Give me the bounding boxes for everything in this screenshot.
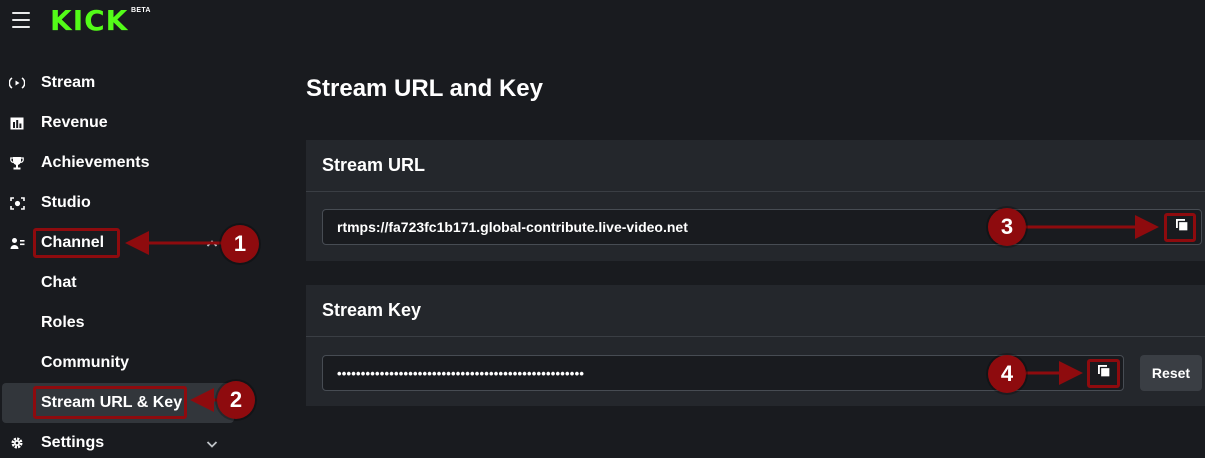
sidebar-item-stream[interactable]: Stream bbox=[0, 63, 240, 103]
sidebar-item-label: Roles bbox=[41, 314, 85, 331]
beta-badge: BETA bbox=[131, 7, 151, 14]
callout-2: 2 bbox=[217, 381, 255, 419]
sidebar-item-label: Achievements bbox=[41, 154, 150, 171]
copy-icon bbox=[1175, 218, 1189, 237]
sidebar-item-label: Community bbox=[41, 354, 129, 371]
sidebar-item-revenue[interactable]: Revenue bbox=[0, 103, 240, 143]
sidebar-item-settings[interactable]: Settings bbox=[0, 423, 240, 458]
studio-icon bbox=[9, 195, 25, 211]
stream-key-heading: Stream Key bbox=[306, 285, 1205, 337]
sidebar-item-achievements[interactable]: Achievements bbox=[0, 143, 240, 183]
callout-1: 1 bbox=[221, 225, 259, 263]
kick-logo[interactable]: KICK bbox=[50, 6, 128, 36]
chevron-up-icon[interactable] bbox=[206, 237, 218, 249]
sidebar-item-stream-url-key[interactable]: Stream URL & Key bbox=[2, 383, 234, 423]
stream-url-card: Stream URL rtmps://fa723fc1b171.global-c… bbox=[306, 140, 1205, 261]
sidebar-item-label: Studio bbox=[41, 194, 91, 211]
channel-icon bbox=[9, 235, 25, 251]
sidebar-item-label: Stream bbox=[41, 74, 96, 91]
stream-key-card: Stream Key •••••••••••••••••••••••••••••… bbox=[306, 285, 1205, 406]
callout-3: 3 bbox=[988, 208, 1026, 246]
sidebar-item-community[interactable]: Community bbox=[0, 343, 240, 383]
trophy-icon bbox=[9, 155, 25, 171]
copy-icon bbox=[1097, 364, 1111, 383]
copy-key-button[interactable] bbox=[1091, 360, 1117, 386]
stream-url-field[interactable]: rtmps://fa723fc1b171.global-contribute.l… bbox=[322, 209, 1202, 245]
revenue-icon bbox=[9, 115, 25, 131]
sidebar-item-label: Settings bbox=[41, 434, 105, 451]
sidebar-item-label: Revenue bbox=[41, 114, 108, 131]
sidebar-item-label: Channel bbox=[41, 234, 105, 251]
copy-url-button[interactable] bbox=[1169, 214, 1195, 240]
stream-url-heading: Stream URL bbox=[306, 140, 1205, 192]
sidebar-item-label: Chat bbox=[41, 274, 77, 291]
page-title: Stream URL and Key bbox=[306, 75, 543, 102]
sidebar-item-studio[interactable]: Studio bbox=[0, 183, 240, 223]
sidebar-item-label: Stream URL & Key bbox=[41, 394, 183, 411]
reset-key-button[interactable]: Reset bbox=[1140, 355, 1202, 391]
sidebar-item-roles[interactable]: Roles bbox=[0, 303, 240, 343]
stream-icon bbox=[9, 75, 25, 91]
sidebar-item-channel[interactable]: Channel bbox=[0, 223, 240, 263]
chevron-down-icon[interactable] bbox=[206, 437, 218, 449]
dashboard: KICK BETA Stream Revenue Achievements St… bbox=[0, 0, 1205, 458]
callout-4: 4 bbox=[988, 355, 1026, 393]
sidebar-item-chat[interactable]: Chat bbox=[0, 263, 240, 303]
gear-icon bbox=[9, 435, 25, 451]
menu-icon[interactable] bbox=[12, 12, 30, 28]
